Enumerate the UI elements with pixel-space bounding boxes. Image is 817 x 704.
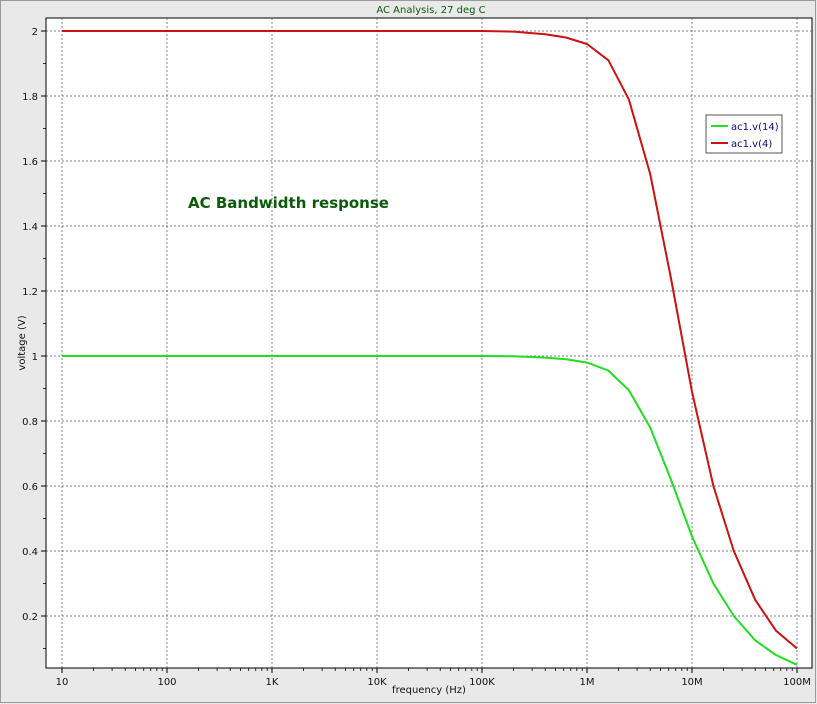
x-tick-label: 10 bbox=[56, 677, 69, 688]
x-tick-label: 100M bbox=[783, 677, 811, 688]
x-tick-label: 100K bbox=[469, 677, 495, 688]
y-axis-title: voltage (V) bbox=[17, 315, 28, 370]
y-tick-label: 0.4 bbox=[22, 547, 38, 558]
y-tick-label: 0.2 bbox=[22, 612, 38, 623]
y-tick-label: 0.6 bbox=[22, 482, 38, 493]
plot-area bbox=[45, 17, 813, 669]
chart-title: AC Analysis, 27 deg C bbox=[376, 5, 485, 16]
x-tick-label: 10K bbox=[367, 677, 387, 688]
x-axis-title: frequency (Hz) bbox=[392, 685, 466, 696]
chart-annotation: AC Bandwidth response bbox=[188, 194, 389, 212]
x-tick-label: 10M bbox=[681, 677, 702, 688]
y-tick-label: 2 bbox=[32, 27, 38, 38]
y-tick-label: 1.8 bbox=[22, 92, 38, 103]
x-tick-label: 1K bbox=[266, 677, 279, 688]
x-tick-label: 100 bbox=[157, 677, 176, 688]
legend-label: ac1.v(4) bbox=[731, 139, 772, 150]
y-tick-label: 1 bbox=[32, 352, 38, 363]
x-tick-label: 1M bbox=[580, 677, 595, 688]
legend: ac1.v(14) ac1.v(4) bbox=[705, 114, 783, 154]
y-tick-label: 1.2 bbox=[22, 287, 38, 298]
chart: 10 100 1K 10K 100K 1M 10M 100M 0.2 0.4 0.6 0.8 1 1.2 1… bbox=[0, 0, 816, 703]
legend-label: ac1.v(14) bbox=[731, 122, 779, 133]
y-tick-label: 0.8 bbox=[22, 417, 38, 428]
y-tick-label: 1.6 bbox=[22, 157, 38, 168]
y-tick-label: 1.4 bbox=[22, 222, 38, 233]
